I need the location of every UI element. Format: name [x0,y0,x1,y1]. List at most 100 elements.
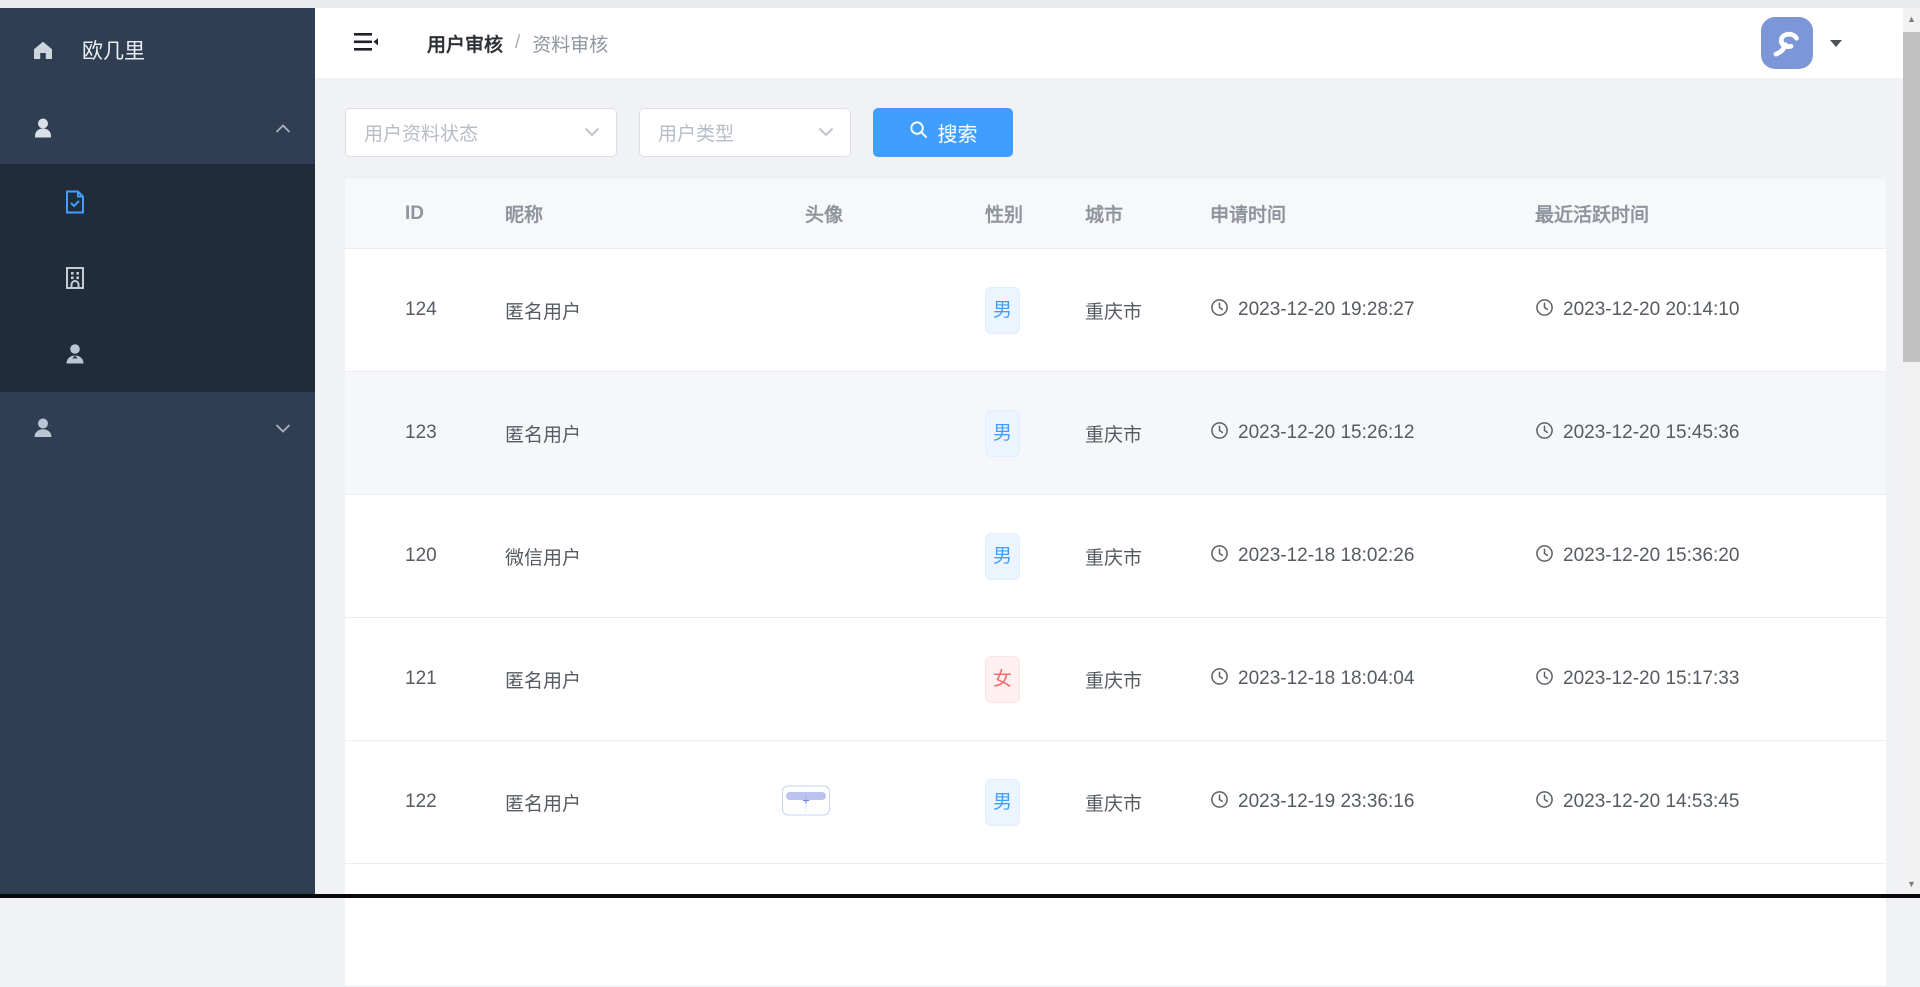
sidebar-item-realname-audit[interactable] [0,316,315,392]
vertical-scrollbar[interactable]: ▲ ▼ [1903,8,1920,898]
window-bottom-edge [0,894,1920,898]
clock-icon [1210,298,1229,323]
active-time-cell: 2023-12-20 15:36:20 [1510,544,1886,569]
sidebar-item-user-manage[interactable] [0,392,315,464]
column-header: 最近活跃时间 [1510,200,1886,227]
row-city-cell: 重庆市 [1060,297,1185,324]
scroll-down-icon[interactable]: ▼ [1903,875,1920,892]
row-nickname-cell: 匿名用户 [480,666,780,693]
row-city-cell: 重庆市 [1060,420,1185,447]
row-city-cell: 重庆市 [1060,543,1185,570]
table-row: 120微信用户 男 重庆市2023-12-18 18:02:262023-12-20… [345,495,1886,618]
sidebar-logo[interactable]: 欧几里 [0,8,315,92]
sidebar-item-education-audit[interactable] [0,240,315,316]
id-person-icon [62,341,88,367]
row-id-cell: 121 [345,668,480,690]
chevron-up-icon [275,117,291,140]
table-row: 122匿名用户 男 重庆市2023-12-19 23:36:162023-12-20… [345,741,1886,864]
search-icon [909,120,928,145]
row-nickname-cell: 匿名用户 [480,297,780,324]
sidebar-item-user-audit[interactable] [0,92,315,164]
column-header: 昵称 [480,200,780,227]
row-gender-cell: 女 [960,656,1060,703]
scrollbar-thumb[interactable] [1903,32,1920,362]
row-nickname-cell: 匿名用户 [480,789,780,816]
audit-user-icon [30,115,56,141]
sidebar-collapse-button[interactable] [353,30,379,57]
row-avatar-cell [780,791,960,813]
user-menu-caret-icon[interactable] [1829,38,1843,48]
active-time-cell: 2023-12-20 14:53:45 [1510,790,1886,815]
hamburger-icon [353,30,379,57]
sidebar-item-profile-audit[interactable] [0,164,315,240]
apply-time-cell: 2023-12-18 18:04:04 [1185,667,1510,692]
user-type-placeholder: 用户类型 [658,119,734,146]
clock-icon [1535,421,1554,446]
scroll-up-icon[interactable]: ▲ [1903,10,1920,27]
user-type-select[interactable]: 用户类型 [639,108,851,157]
manage-user-icon [30,415,56,441]
clock-icon [1535,544,1554,569]
school-building-icon [62,265,88,291]
row-id-cell: 120 [345,545,480,567]
row-city-cell: 重庆市 [1060,789,1185,816]
search-button[interactable]: 搜索 [873,108,1013,157]
document-check-icon [62,189,88,215]
profile-status-placeholder: 用户资料状态 [364,119,478,146]
sidebar: 欧几里 [0,8,315,898]
filter-bar: 用户资料状态 用户类型 搜索 [345,108,1903,157]
table-row: 124匿名用户 男 重庆市2023-12-20 19:28:272023-12-20… [345,249,1886,372]
column-header: 城市 [1060,200,1185,227]
breadcrumb-parent[interactable]: 用户审核 [427,30,503,57]
row-id-cell: 124 [345,299,480,321]
row-id-cell: 123 [345,422,480,444]
gender-badge: 男 [985,287,1020,334]
row-id-cell: 122 [345,791,480,813]
clock-icon [1210,667,1229,692]
row-city-cell: 重庆市 [1060,666,1185,693]
row-nickname-cell: 微信用户 [480,543,780,570]
clock-icon [1535,298,1554,323]
row-gender-cell: 男 [960,410,1060,457]
row-gender-cell: 男 [960,287,1060,334]
sidebar-menu [0,92,315,464]
gender-badge: 男 [985,533,1020,580]
audit-table: ID昵称头像性别城市申请时间最近活跃时间 124匿名用户男重庆市2023-12-… [345,179,1886,987]
clock-icon [1210,544,1229,569]
apply-time-cell: 2023-12-18 18:02:26 [1185,544,1510,569]
table-body: 124匿名用户男重庆市2023-12-20 19:28:272023-12-20… [345,249,1886,987]
column-header: 性别 [960,200,1060,227]
clock-icon [1210,421,1229,446]
gender-badge: 女 [985,656,1020,703]
active-time-cell: 2023-12-20 20:14:10 [1510,298,1886,323]
chevron-down-icon [275,417,291,440]
table-header-row: ID昵称头像性别城市申请时间最近活跃时间 [345,179,1886,249]
gender-badge: 男 [985,779,1020,826]
avatar [805,790,807,813]
breadcrumb: 用户审核 / 资料审核 [427,30,608,57]
topbar: 用户审核 / 资料审核 [315,8,1903,78]
clock-icon [1535,667,1554,692]
apply-time-cell: 2023-12-20 19:28:27 [1185,298,1510,323]
apply-time-cell: 2023-12-19 23:36:16 [1185,790,1510,815]
user-avatar[interactable] [1761,17,1813,69]
app-title: 欧几里 [82,35,145,65]
user-area [1761,17,1843,69]
table-row: 121匿名用户女重庆市2023-12-18 18:04:042023-12-20… [345,618,1886,741]
apply-time-cell: 2023-12-20 15:26:12 [1185,421,1510,446]
breadcrumb-separator: / [515,32,520,54]
brand-logo-icon [1768,24,1806,62]
profile-status-select[interactable]: 用户资料状态 [345,108,617,157]
column-header: 头像 [780,200,960,227]
window-top-edge [0,0,1920,8]
row-nickname-cell: 匿名用户 [480,420,780,447]
row-gender-cell: 男 [960,779,1060,826]
chevron-down-icon [818,124,834,142]
clock-icon [1210,790,1229,815]
search-button-label: 搜索 [938,118,978,147]
column-header: ID [345,203,480,225]
column-header: 申请时间 [1185,200,1510,227]
gender-badge: 男 [985,410,1020,457]
row-gender-cell: 男 [960,533,1060,580]
chevron-down-icon [584,124,600,142]
